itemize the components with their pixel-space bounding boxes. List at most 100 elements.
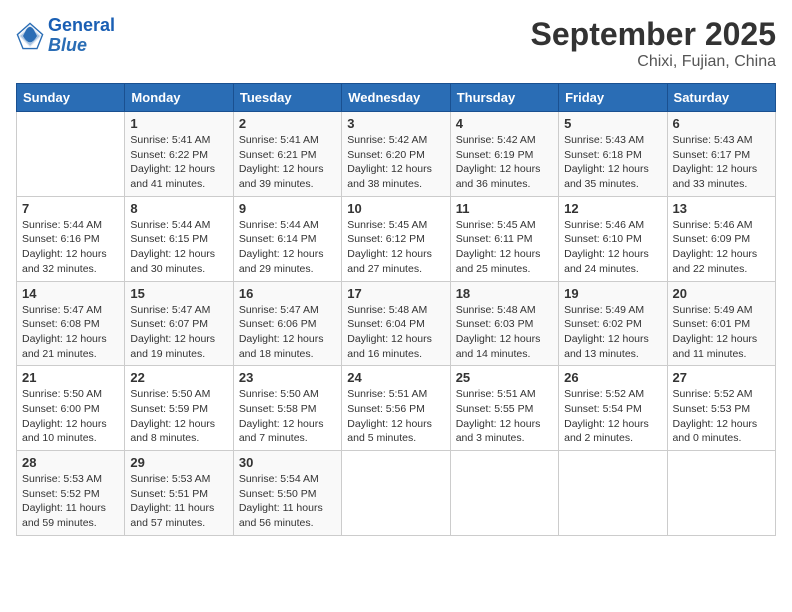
- day-of-week-header: Wednesday: [342, 84, 450, 112]
- day-number: 3: [347, 116, 444, 131]
- calendar-cell: 25 Sunrise: 5:51 AM Sunset: 5:55 PM Dayli…: [450, 366, 558, 451]
- day-of-week-header: Friday: [559, 84, 667, 112]
- logo: General Blue: [16, 16, 115, 56]
- day-number: 24: [347, 370, 444, 385]
- day-info: Sunrise: 5:47 AM Sunset: 6:07 PM Dayligh…: [130, 303, 227, 362]
- calendar-cell: 15 Sunrise: 5:47 AM Sunset: 6:07 PM Dayli…: [125, 281, 233, 366]
- calendar-cell: 14Sunrise: 5:47 AM Sunset: 6:08 PM Dayli…: [17, 281, 125, 366]
- page-header: General Blue September 2025 Chixi, Fujia…: [16, 16, 776, 71]
- day-number: 30: [239, 455, 336, 470]
- day-info: Sunrise: 5:49 AM Sunset: 6:01 PM Dayligh…: [673, 303, 770, 362]
- day-info: Sunrise: 5:48 AM Sunset: 6:03 PM Dayligh…: [456, 303, 553, 362]
- calendar-week-row: 21 Sunrise: 5:50 AM Sunset: 6:00 PM Dayli…: [17, 366, 776, 451]
- title-block: September 2025 Chixi, Fujian, China: [531, 16, 776, 71]
- day-number: 4: [456, 116, 553, 131]
- calendar-cell: 18 Sunrise: 5:48 AM Sunset: 6:03 PM Dayli…: [450, 281, 558, 366]
- day-number: 26: [564, 370, 661, 385]
- day-number: 9: [239, 201, 336, 216]
- calendar-cell: 27 Sunrise: 5:52 AM Sunset: 5:53 PM Dayli…: [667, 366, 775, 451]
- day-number: 25: [456, 370, 553, 385]
- day-info: Sunrise: 5:47 AM Sunset: 6:08 PM Dayligh…: [22, 303, 119, 362]
- calendar-cell: 2 Sunrise: 5:41 AM Sunset: 6:21 PM Daylig…: [233, 112, 341, 197]
- day-number: 28: [22, 455, 119, 470]
- day-number: 17: [347, 286, 444, 301]
- day-number: 19: [564, 286, 661, 301]
- day-info: Sunrise: 5:50 AM Sunset: 5:59 PM Dayligh…: [130, 387, 227, 446]
- calendar-cell: 21 Sunrise: 5:50 AM Sunset: 6:00 PM Dayli…: [17, 366, 125, 451]
- logo-text: General Blue: [48, 16, 115, 56]
- day-number: 21: [22, 370, 119, 385]
- calendar-cell: 29 Sunrise: 5:53 AM Sunset: 5:51 PM Dayli…: [125, 451, 233, 536]
- day-info: Sunrise: 5:54 AM Sunset: 5:50 PM Dayligh…: [239, 472, 336, 531]
- day-info: Sunrise: 5:45 AM Sunset: 6:12 PM Dayligh…: [347, 218, 444, 277]
- calendar-cell: [17, 112, 125, 197]
- calendar-cell: 30 Sunrise: 5:54 AM Sunset: 5:50 PM Dayli…: [233, 451, 341, 536]
- day-number: 22: [130, 370, 227, 385]
- day-of-week-header: Thursday: [450, 84, 558, 112]
- day-of-week-header: Tuesday: [233, 84, 341, 112]
- calendar-table: SundayMondayTuesdayWednesdayThursdayFrid…: [16, 83, 776, 536]
- day-info: Sunrise: 5:53 AM Sunset: 5:51 PM Dayligh…: [130, 472, 227, 531]
- calendar-week-row: 28 Sunrise: 5:53 AM Sunset: 5:52 PM Dayli…: [17, 451, 776, 536]
- day-info: Sunrise: 5:46 AM Sunset: 6:10 PM Dayligh…: [564, 218, 661, 277]
- calendar-cell: 24Sunrise: 5:51 AM Sunset: 5:56 PM Dayli…: [342, 366, 450, 451]
- calendar-cell: [450, 451, 558, 536]
- calendar-cell: 23Sunrise: 5:50 AM Sunset: 5:58 PM Dayli…: [233, 366, 341, 451]
- day-number: 15: [130, 286, 227, 301]
- calendar-cell: 13Sunrise: 5:46 AM Sunset: 6:09 PM Dayli…: [667, 196, 775, 281]
- day-of-week-header: Sunday: [17, 84, 125, 112]
- calendar-cell: 5 Sunrise: 5:43 AM Sunset: 6:18 PM Daylig…: [559, 112, 667, 197]
- calendar-cell: 7 Sunrise: 5:44 AM Sunset: 6:16 PM Daylig…: [17, 196, 125, 281]
- day-info: Sunrise: 5:53 AM Sunset: 5:52 PM Dayligh…: [22, 472, 119, 531]
- calendar-cell: 17Sunrise: 5:48 AM Sunset: 6:04 PM Dayli…: [342, 281, 450, 366]
- day-info: Sunrise: 5:44 AM Sunset: 6:15 PM Dayligh…: [130, 218, 227, 277]
- day-info: Sunrise: 5:46 AM Sunset: 6:09 PM Dayligh…: [673, 218, 770, 277]
- day-info: Sunrise: 5:41 AM Sunset: 6:22 PM Dayligh…: [130, 133, 227, 192]
- calendar-cell: 10 Sunrise: 5:45 AM Sunset: 6:12 PM Dayli…: [342, 196, 450, 281]
- calendar-week-row: 14Sunrise: 5:47 AM Sunset: 6:08 PM Dayli…: [17, 281, 776, 366]
- day-number: 27: [673, 370, 770, 385]
- calendar-cell: 9 Sunrise: 5:44 AM Sunset: 6:14 PM Daylig…: [233, 196, 341, 281]
- location-subtitle: Chixi, Fujian, China: [531, 53, 776, 71]
- day-number: 6: [673, 116, 770, 131]
- day-number: 16: [239, 286, 336, 301]
- day-number: 8: [130, 201, 227, 216]
- calendar-cell: 1 Sunrise: 5:41 AM Sunset: 6:22 PM Daylig…: [125, 112, 233, 197]
- day-info: Sunrise: 5:44 AM Sunset: 6:14 PM Dayligh…: [239, 218, 336, 277]
- day-info: Sunrise: 5:42 AM Sunset: 6:19 PM Dayligh…: [456, 133, 553, 192]
- day-info: Sunrise: 5:43 AM Sunset: 6:17 PM Dayligh…: [673, 133, 770, 192]
- day-info: Sunrise: 5:50 AM Sunset: 6:00 PM Dayligh…: [22, 387, 119, 446]
- day-number: 18: [456, 286, 553, 301]
- day-number: 7: [22, 201, 119, 216]
- day-info: Sunrise: 5:41 AM Sunset: 6:21 PM Dayligh…: [239, 133, 336, 192]
- calendar-header-row: SundayMondayTuesdayWednesdayThursdayFrid…: [17, 84, 776, 112]
- day-of-week-header: Monday: [125, 84, 233, 112]
- day-info: Sunrise: 5:43 AM Sunset: 6:18 PM Dayligh…: [564, 133, 661, 192]
- calendar-cell: 22 Sunrise: 5:50 AM Sunset: 5:59 PM Dayli…: [125, 366, 233, 451]
- day-number: 11: [456, 201, 553, 216]
- calendar-cell: 4 Sunrise: 5:42 AM Sunset: 6:19 PM Daylig…: [450, 112, 558, 197]
- day-number: 10: [347, 201, 444, 216]
- day-number: 29: [130, 455, 227, 470]
- calendar-week-row: 1 Sunrise: 5:41 AM Sunset: 6:22 PM Daylig…: [17, 112, 776, 197]
- calendar-cell: 8 Sunrise: 5:44 AM Sunset: 6:15 PM Daylig…: [125, 196, 233, 281]
- day-number: 1: [130, 116, 227, 131]
- calendar-cell: 3Sunrise: 5:42 AM Sunset: 6:20 PM Daylig…: [342, 112, 450, 197]
- day-info: Sunrise: 5:51 AM Sunset: 5:55 PM Dayligh…: [456, 387, 553, 446]
- day-number: 20: [673, 286, 770, 301]
- calendar-cell: 6 Sunrise: 5:43 AM Sunset: 6:17 PM Daylig…: [667, 112, 775, 197]
- day-number: 2: [239, 116, 336, 131]
- day-info: Sunrise: 5:47 AM Sunset: 6:06 PM Dayligh…: [239, 303, 336, 362]
- day-info: Sunrise: 5:44 AM Sunset: 6:16 PM Dayligh…: [22, 218, 119, 277]
- calendar-cell: 11 Sunrise: 5:45 AM Sunset: 6:11 PM Dayli…: [450, 196, 558, 281]
- calendar-cell: 28 Sunrise: 5:53 AM Sunset: 5:52 PM Dayli…: [17, 451, 125, 536]
- logo-icon: [16, 22, 44, 50]
- day-info: Sunrise: 5:52 AM Sunset: 5:53 PM Dayligh…: [673, 387, 770, 446]
- day-info: Sunrise: 5:49 AM Sunset: 6:02 PM Dayligh…: [564, 303, 661, 362]
- day-number: 23: [239, 370, 336, 385]
- day-number: 5: [564, 116, 661, 131]
- day-of-week-header: Saturday: [667, 84, 775, 112]
- calendar-cell: 26Sunrise: 5:52 AM Sunset: 5:54 PM Dayli…: [559, 366, 667, 451]
- calendar-week-row: 7 Sunrise: 5:44 AM Sunset: 6:16 PM Daylig…: [17, 196, 776, 281]
- day-info: Sunrise: 5:45 AM Sunset: 6:11 PM Dayligh…: [456, 218, 553, 277]
